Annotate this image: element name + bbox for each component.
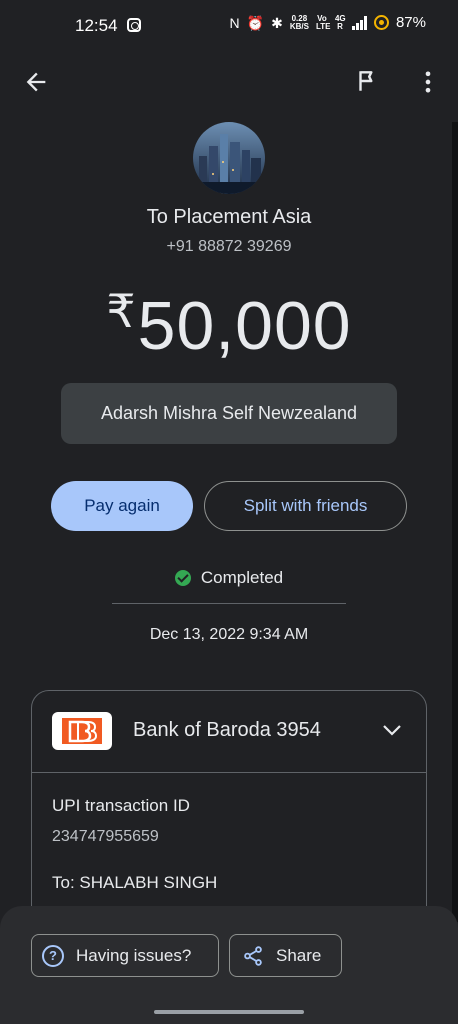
chevron-down-icon <box>383 725 401 736</box>
expand-button[interactable] <box>380 718 404 742</box>
bank-of-baroda-logo <box>52 712 112 750</box>
nfc-icon: Ν <box>229 14 240 31</box>
having-issues-label: Having issues? <box>76 945 192 965</box>
arrow-left-icon <box>26 72 46 92</box>
network-type: 4G R <box>334 13 346 31</box>
more-vert-icon <box>425 71 431 93</box>
share-label: Share <box>276 945 322 965</box>
status-bar: 12:54 Ν ⏰ ✱ 0.28 KB/S Vo LTE 4G R 87% <box>0 0 458 52</box>
help-icon: ? <box>42 944 64 967</box>
currency-symbol: ₹ <box>106 285 136 337</box>
battery-percent: 87% <box>395 14 426 31</box>
payment-amount: ₹50,000 <box>0 284 458 365</box>
bank-account-name: Bank of Baroda 3954 <box>133 719 321 741</box>
more-options-button[interactable] <box>414 68 442 96</box>
transaction-date: Dec 13, 2022 9:34 AM <box>149 626 309 643</box>
payee-name: To Placement Asia <box>146 206 312 228</box>
volte-indicator: Vo LTE <box>315 13 331 31</box>
payee-phone: +91 88872 39269 <box>166 238 292 255</box>
net-speed: 0.28 KB/S <box>289 13 309 31</box>
share-icon <box>244 945 262 966</box>
bottom-action-bar: ? Having issues? Share <box>0 906 458 1024</box>
app-bar <box>0 60 458 104</box>
status-icons: Ν ⏰ ✱ 0.28 KB/S Vo LTE 4G R 87% <box>230 14 426 31</box>
status-text: Completed <box>200 568 284 587</box>
status-time: 12:54 <box>75 16 118 35</box>
battery-saver-icon <box>373 15 389 30</box>
payment-status: Completed <box>0 568 458 588</box>
recipient-name: To: SHALABH SINGH <box>52 873 218 892</box>
payment-note: Adarsh Mishra Self Newzealand <box>61 383 397 444</box>
share-button[interactable]: Share <box>229 934 342 977</box>
amount-value: 50,000 <box>137 288 352 364</box>
signal-icon <box>351 15 367 30</box>
instagram-icon <box>127 18 141 32</box>
payee-avatar <box>193 122 265 194</box>
back-button[interactable] <box>22 68 50 96</box>
pay-again-button[interactable]: Pay again <box>51 481 193 531</box>
flag-icon <box>359 71 373 91</box>
bluetooth-icon: ✱ <box>271 14 283 31</box>
check-circle-icon <box>174 570 191 586</box>
having-issues-button[interactable]: ? Having issues? <box>31 934 219 977</box>
home-indicator[interactable] <box>154 1010 304 1014</box>
upi-transaction-id: 234747955659 <box>52 828 159 845</box>
report-button[interactable] <box>354 68 382 96</box>
alarm-icon: ⏰ <box>246 14 265 31</box>
card-divider <box>32 772 426 773</box>
upi-transaction-label: UPI transaction ID <box>52 796 190 815</box>
divider <box>112 603 346 604</box>
split-with-friends-button[interactable]: Split with friends <box>204 481 407 531</box>
